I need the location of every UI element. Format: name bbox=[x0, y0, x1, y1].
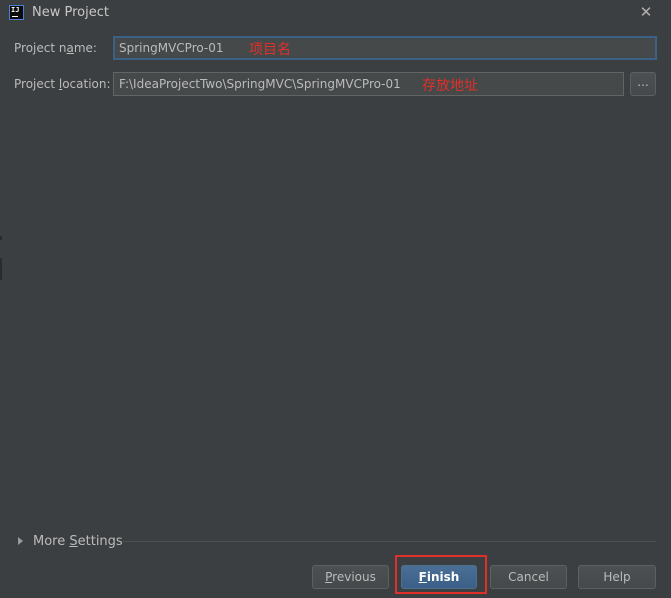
edge-mark bbox=[0, 258, 2, 280]
button-text: revious bbox=[332, 570, 376, 584]
project-name-annotation: 项目名 bbox=[249, 42, 291, 58]
project-name-input[interactable]: SpringMVCPro-01 bbox=[113, 36, 657, 60]
intellij-logo-icon: IJ bbox=[9, 5, 24, 20]
previous-button[interactable]: Previous bbox=[312, 565, 389, 589]
close-icon: ✕ bbox=[639, 3, 653, 21]
help-button[interactable]: Help bbox=[578, 565, 656, 589]
title-bar: IJ New Project ✕ bbox=[0, 0, 671, 26]
label-mnemonic: a bbox=[66, 41, 74, 55]
new-project-dialog: IJ New Project ✕ Project name: SpringMVC… bbox=[0, 0, 671, 598]
expand-triangle-icon bbox=[18, 537, 23, 545]
finish-button[interactable]: Finish bbox=[401, 565, 477, 589]
project-location-value: F:\IdeaProjectTwo\SpringMVC\SpringMVCPro… bbox=[119, 77, 401, 91]
project-location-label: Project location: bbox=[14, 77, 111, 91]
button-text: inish bbox=[426, 570, 460, 584]
button-mnemonic: F bbox=[418, 570, 427, 584]
label-text: Project bbox=[14, 77, 59, 91]
more-settings-label: More Settings bbox=[33, 534, 123, 549]
label-text: More bbox=[33, 533, 70, 549]
logo-underline bbox=[12, 16, 18, 17]
project-location-annotation: 存放地址 bbox=[422, 78, 478, 94]
label-text: ettings bbox=[77, 533, 123, 549]
project-name-label: Project name: bbox=[14, 41, 97, 55]
cancel-button[interactable]: Cancel bbox=[490, 565, 567, 589]
label-text: me: bbox=[73, 41, 97, 55]
browse-button[interactable]: ... bbox=[630, 72, 656, 96]
label-mnemonic: S bbox=[69, 533, 78, 549]
logo-text: IJ bbox=[11, 6, 20, 14]
more-settings-toggle[interactable]: More Settings bbox=[18, 532, 123, 550]
label-text: Project n bbox=[14, 41, 67, 55]
settings-divider bbox=[123, 541, 656, 542]
project-location-input[interactable]: F:\IdeaProjectTwo\SpringMVC\SpringMVCPro… bbox=[113, 72, 624, 96]
label-text: ocation: bbox=[62, 77, 111, 91]
edge-mark bbox=[0, 236, 2, 240]
dialog-title: New Project bbox=[32, 5, 109, 20]
close-button[interactable]: ✕ bbox=[637, 3, 655, 21]
project-name-value: SpringMVCPro-01 bbox=[119, 41, 224, 55]
